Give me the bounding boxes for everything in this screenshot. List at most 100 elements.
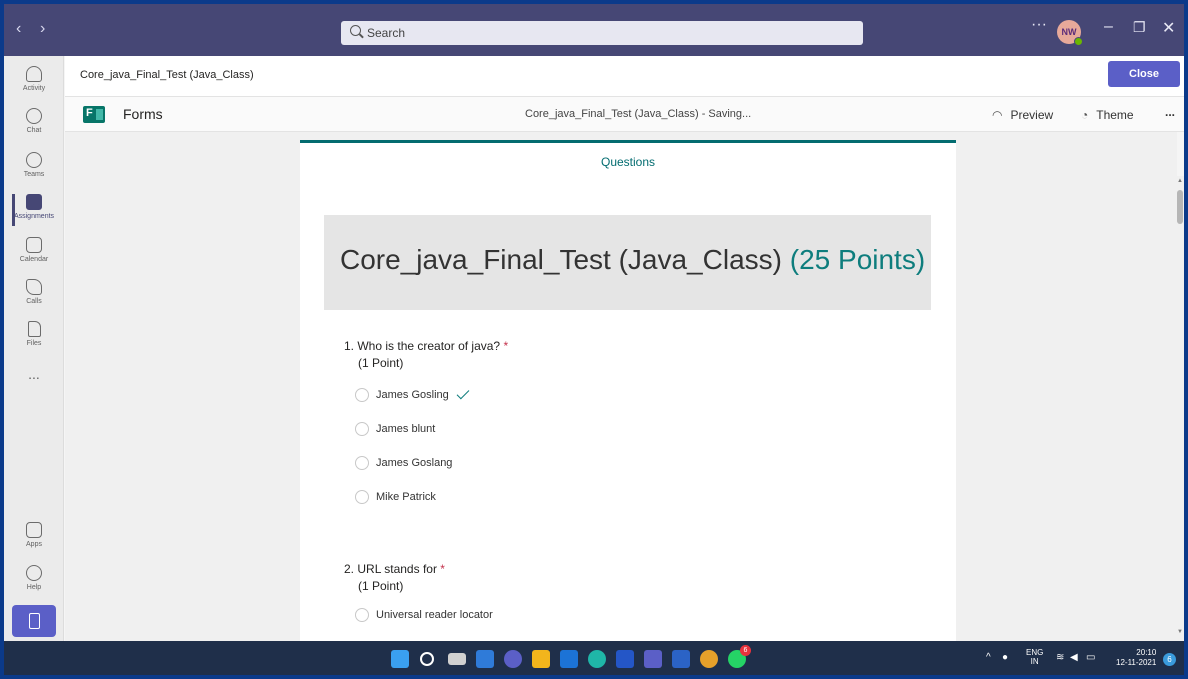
option-james-goslang[interactable]: James Goslang [355, 456, 452, 470]
radio-button[interactable] [355, 422, 369, 436]
search-input[interactable]: Search [341, 21, 863, 45]
mobile-device-icon[interactable] [12, 605, 56, 637]
assignments-icon [26, 194, 42, 210]
tray-app-icon[interactable]: ● [1002, 652, 1008, 663]
rail-item-help[interactable]: Help [4, 561, 64, 601]
rail-item-calendar[interactable]: Calendar [4, 233, 64, 273]
word-icon[interactable] [672, 650, 690, 668]
radio-button[interactable] [355, 388, 369, 402]
question-2[interactable]: 2. URL stands for * (1 Point) [344, 562, 445, 593]
theme-button[interactable]: ◔ Theme [1081, 108, 1134, 122]
correct-answer-check-icon [456, 386, 470, 400]
clock-date: 12-11-2021 [1116, 658, 1157, 667]
rail-label: Calls [26, 298, 42, 305]
question-points: (1 Point) [358, 356, 404, 370]
forward-arrow-icon[interactable]: › [40, 20, 45, 38]
question-text: URL stands for [357, 562, 437, 576]
teams-window: ‹ › Search ··· NW – ❐ ✕ Activity Chat Te… [4, 4, 1184, 675]
rail-item-apps[interactable]: Apps [4, 518, 64, 558]
edge-browser-icon[interactable] [588, 650, 606, 668]
whatsapp-icon[interactable]: 6 [728, 645, 751, 668]
tab-questions[interactable]: Questions [300, 143, 956, 181]
rail-label: Teams [23, 171, 45, 178]
forms-header: Forms Core_java_Final_Test (Java_Class) … [65, 97, 1184, 132]
file-explorer-icon[interactable] [532, 650, 550, 668]
widgets-icon[interactable] [476, 650, 494, 668]
language-indicator[interactable]: ENG IN [1026, 648, 1043, 666]
question-1[interactable]: 1. Who is the creator of java? * (1 Poin… [344, 339, 508, 370]
rail-item-chat[interactable]: Chat [4, 104, 64, 144]
forms-app-name: Forms [123, 106, 163, 122]
more-apps-icon[interactable]: ... [4, 366, 64, 382]
rail-item-activity[interactable]: Activity [4, 62, 64, 102]
windows-taskbar: 6 ^ ● ENG IN ≋ ◀ ▭ 20:10 12-11-2021 6 [4, 641, 1184, 675]
clock-time: 20:10 [1136, 648, 1157, 657]
close-window-icon[interactable]: ✕ [1162, 18, 1175, 38]
mail-icon[interactable] [560, 650, 578, 668]
option-mike-patrick[interactable]: Mike Patrick [355, 490, 436, 504]
presence-available-icon [1074, 37, 1083, 46]
rail-item-files[interactable]: Files [4, 317, 64, 357]
show-hidden-icons-icon[interactable]: ^ [986, 652, 991, 663]
scroll-down-icon[interactable]: ▼ [1177, 629, 1183, 635]
form-title: Core_java_Final_Test (Java_Class) [340, 244, 782, 275]
help-icon [26, 565, 42, 581]
question-number: 1. [344, 339, 355, 353]
preview-label: Preview [1010, 108, 1054, 122]
option-universal-reader-locator[interactable]: Universal reader locator [355, 608, 493, 622]
teams-app-icon[interactable] [644, 650, 662, 668]
rail-label: Chat [26, 127, 42, 134]
scroll-thumb[interactable] [1177, 190, 1183, 224]
clock[interactable]: 20:10 12-11-2021 [1116, 648, 1156, 668]
radio-button[interactable] [355, 608, 369, 622]
close-button[interactable]: Close [1108, 61, 1180, 87]
rail-item-calls[interactable]: Calls [4, 275, 64, 315]
notification-badge[interactable]: 6 [1163, 653, 1176, 666]
preview-button[interactable]: ◠ Preview [992, 108, 1053, 122]
rail-label: Help [26, 584, 42, 591]
search-icon[interactable] [420, 652, 434, 666]
wifi-icon[interactable]: ≋ [1056, 652, 1064, 663]
chrome-icon[interactable] [700, 650, 718, 668]
vertical-scrollbar[interactable]: ▲ ▼ [1175, 176, 1184, 641]
rail-label: Activity [22, 85, 46, 92]
teams-icon [26, 152, 42, 168]
form-title-banner[interactable]: Core_java_Final_Test (Java_Class) (25 Po… [324, 215, 931, 310]
form-card: Questions Core_java_Final_Test (Java_Cla… [300, 140, 956, 641]
radio-button[interactable] [355, 490, 369, 504]
language-region: IN [1030, 657, 1039, 666]
more-options-icon[interactable]: ... [1165, 105, 1175, 119]
more-options-icon[interactable]: ··· [1031, 16, 1047, 34]
apps-icon [26, 522, 42, 538]
task-view-icon[interactable] [448, 653, 466, 665]
required-marker: * [503, 339, 509, 353]
avatar[interactable]: NW [1057, 20, 1083, 46]
search-placeholder: Search [367, 26, 406, 40]
rail-item-assignments[interactable]: Assignments [4, 190, 64, 230]
eye-icon: ◠ [992, 108, 1003, 122]
calendar-icon [26, 237, 42, 253]
battery-icon[interactable]: ▭ [1086, 652, 1095, 663]
app-rail: Activity Chat Teams Assignments Calendar… [4, 56, 64, 641]
rail-label: Apps [26, 541, 42, 548]
palette-icon: ◔ [1081, 108, 1089, 122]
volume-icon[interactable]: ◀ [1070, 652, 1078, 663]
option-james-gosling[interactable]: James Gosling [355, 386, 470, 402]
whatsapp-badge: 6 [740, 645, 751, 656]
rail-label: Assignments [13, 213, 55, 220]
option-james-blunt[interactable]: James blunt [355, 422, 435, 436]
windows-start-icon[interactable] [391, 650, 409, 668]
search-icon [350, 25, 361, 36]
minimize-icon[interactable]: – [1104, 18, 1113, 36]
back-arrow-icon[interactable]: ‹ [16, 20, 21, 38]
option-label: Universal reader locator [376, 608, 493, 621]
avatar-initials: NW [1061, 27, 1077, 37]
rail-item-teams[interactable]: Teams [4, 148, 64, 188]
teams-chat-icon[interactable] [504, 650, 522, 668]
store-icon[interactable] [616, 650, 634, 668]
radio-button[interactable] [355, 456, 369, 470]
restore-icon[interactable]: ❐ [1133, 19, 1146, 36]
assignment-title: Core_java_Final_Test (Java_Class) [80, 69, 254, 81]
question-text: Who is the creator of java? [357, 339, 501, 353]
scroll-up-icon[interactable]: ▲ [1177, 178, 1183, 184]
